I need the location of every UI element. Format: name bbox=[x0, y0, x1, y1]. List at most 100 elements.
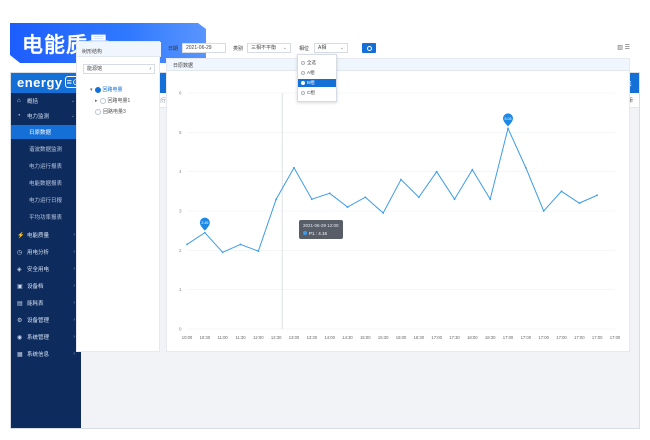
sidebar-item-2[interactable]: 日原数据 bbox=[11, 125, 81, 139]
data-point bbox=[293, 166, 295, 169]
line-chart: 0 1 2 3 4 5 6 10:00 10:30 11:00 11:30 12:00 12:30 13:… bbox=[179, 91, 621, 341]
sidebar-item-5[interactable]: 电能数据报表 bbox=[11, 176, 81, 190]
y-tick-label: 0 bbox=[179, 327, 182, 332]
list-icon[interactable]: ☰ bbox=[625, 45, 630, 51]
tree-node-label: 回路电量 bbox=[102, 87, 123, 93]
bar-chart-icon[interactable]: ▥ bbox=[617, 45, 623, 51]
search-icon bbox=[366, 45, 372, 51]
data-point bbox=[382, 212, 385, 214]
tree-select-value: 能源馆 bbox=[87, 66, 103, 72]
phase-select[interactable]: A相 ⌄ bbox=[314, 43, 348, 53]
tree-title: 树形结构 bbox=[82, 49, 103, 55]
data-point bbox=[453, 198, 456, 201]
x-tick-label: 18:00 bbox=[467, 335, 478, 340]
x-tick-label: 17:30 bbox=[449, 335, 460, 340]
phase-value: A相 bbox=[318, 45, 327, 51]
tree-node-1[interactable]: ▸ 回路电量1 bbox=[95, 97, 130, 104]
sidebar-item-1[interactable]: ◔ 电力监测 ⌄ bbox=[11, 109, 81, 123]
phase-option-label: C相 bbox=[307, 90, 315, 95]
screenshot-root: 电能质量 energy≡⊙ ≡ !一级!紧急!严重◆文档◆全屏◆锁屏◆用户名 ⌂… bbox=[0, 0, 650, 440]
x-tick-label: 12:00 bbox=[253, 335, 264, 340]
x-tick-label: 13:30 bbox=[307, 335, 318, 340]
tree-panel: 树形结构 能源馆 › ▾ 回路电量 ▸ 回路电量1 回路电量3 bbox=[76, 41, 161, 352]
phase-option-0[interactable]: 全选 bbox=[298, 59, 336, 67]
sidebar-item-13[interactable]: ⚙ 设备管理 › bbox=[11, 313, 81, 327]
x-tick-label: 11:00 bbox=[218, 335, 229, 340]
shield-icon: ◈ bbox=[17, 266, 22, 273]
sidebar-item-6[interactable]: 电力运行日报 bbox=[11, 193, 81, 207]
sidebar-item-14[interactable]: ◉ 系统管理 › bbox=[11, 330, 81, 344]
logo: energy ≡⊙ bbox=[17, 75, 83, 90]
tooltip-time: 2021-06-29 12:00 bbox=[303, 223, 339, 228]
sidebar-item-3[interactable]: 谐波数据监测 bbox=[11, 142, 81, 156]
tree-node-2[interactable]: 回路电量3 bbox=[95, 108, 126, 115]
chevron-down-icon: ⌄ bbox=[282, 45, 287, 51]
sidebar-item-label: 电能数据报表 bbox=[29, 181, 63, 187]
x-tick-label: 10:00 bbox=[182, 335, 193, 340]
chevron-right-icon: › bbox=[73, 300, 75, 306]
chart-header bbox=[167, 59, 629, 71]
sidebar-item-label: 能耗表 bbox=[27, 301, 44, 307]
phase-dropdown: 全选 A相 B相 C相 bbox=[297, 54, 337, 102]
chart-title: 日原数据 bbox=[173, 63, 194, 69]
radio-icon bbox=[99, 97, 106, 104]
chevron-right-icon: › bbox=[73, 232, 75, 238]
data-point bbox=[578, 202, 581, 205]
tree-node-0[interactable]: ▾ 回路电量 bbox=[90, 86, 123, 93]
sidebar-item-label: 安全用电 bbox=[27, 267, 50, 273]
sidebar-item-15[interactable]: ▦ 系统信息 › bbox=[11, 347, 81, 361]
search-button[interactable] bbox=[362, 43, 376, 53]
sidebar: ⌂ 概括 ⌄ ◔ 电力监测 ⌄ 日原数据谐波数据监测电力运行报表电能数据报表 电力运行日报 平均… bbox=[11, 93, 81, 428]
system-icon: ◉ bbox=[17, 334, 23, 341]
sidebar-item-9[interactable]: ◷ 用电分析 › bbox=[11, 245, 81, 259]
sidebar-item-label: 平均功率报表 bbox=[29, 215, 63, 221]
y-tick-label: 2 bbox=[179, 248, 182, 253]
tree-select[interactable]: 能源馆 › bbox=[83, 64, 155, 74]
data-point bbox=[489, 198, 492, 201]
y-tick-label: 6 bbox=[179, 91, 182, 96]
phase-option-label: A相 bbox=[307, 70, 315, 75]
chart-panel: 日原数据 0 1 2 3 4 5 6 10:00 10:30 11:00 11:30 12:00 12:… bbox=[166, 58, 630, 352]
data-point bbox=[524, 166, 527, 169]
data-point bbox=[221, 251, 224, 254]
device-icon: ▣ bbox=[17, 283, 23, 290]
x-tick-label: 18:30 bbox=[485, 335, 496, 340]
checkbox-icon bbox=[301, 81, 305, 85]
chevron-down-icon: ⌄ bbox=[70, 113, 75, 119]
sidebar-item-10[interactable]: ◈ 安全用电 › bbox=[11, 262, 81, 276]
data-point bbox=[186, 243, 188, 246]
chevron-down-icon: ⌄ bbox=[339, 45, 344, 51]
sidebar-item-label: 谐波数据监测 bbox=[29, 147, 63, 153]
sidebar-item-7[interactable]: 平均功率报表 bbox=[11, 210, 81, 224]
y-tick-label: 3 bbox=[179, 209, 182, 214]
x-tick-label: 15:00 bbox=[360, 335, 371, 340]
sidebar-item-label: 电力运行日报 bbox=[29, 198, 63, 204]
data-point bbox=[310, 198, 313, 201]
x-tick-label: 16:30 bbox=[414, 335, 425, 340]
date-input[interactable]: 2021-06-29 bbox=[182, 43, 226, 53]
sidebar-item-12[interactable]: ▤ 能耗表 › bbox=[11, 296, 81, 310]
x-tick-label: 17:00 bbox=[556, 335, 567, 340]
phase-option-1[interactable]: A相 bbox=[298, 69, 336, 77]
meter-icon: ▤ bbox=[17, 300, 23, 307]
phase-option-label: B相 bbox=[307, 80, 315, 85]
monitor-icon: ◔ bbox=[17, 113, 21, 119]
type-select[interactable]: 三相不平衡 ⌄ bbox=[247, 43, 291, 53]
phase-option-2[interactable]: B相 bbox=[298, 79, 336, 87]
sidebar-item-11[interactable]: ▣ 设备档 › bbox=[11, 279, 81, 293]
phase-option-3[interactable]: C相 bbox=[298, 89, 336, 97]
caret-icon: ▾ bbox=[90, 86, 93, 93]
sidebar-item-4[interactable]: 电力运行报表 bbox=[11, 159, 81, 173]
x-tick-label: 14:00 bbox=[324, 335, 335, 340]
chevron-right-icon: › bbox=[149, 66, 151, 72]
y-tick-label: 5 bbox=[179, 130, 182, 135]
data-point bbox=[400, 178, 402, 181]
x-tick-label: 15:30 bbox=[378, 335, 389, 340]
data-point bbox=[596, 194, 599, 197]
data-point bbox=[507, 127, 509, 130]
sidebar-item-label: 设备档 bbox=[27, 284, 44, 290]
x-tick-label: 11:30 bbox=[235, 335, 246, 340]
x-tick-label: 13:00 bbox=[289, 335, 300, 340]
sidebar-item-8[interactable]: ⚡ 电能质量 › bbox=[11, 228, 81, 242]
sidebar-item-0[interactable]: ⌂ 概括 ⌄ bbox=[11, 94, 81, 108]
